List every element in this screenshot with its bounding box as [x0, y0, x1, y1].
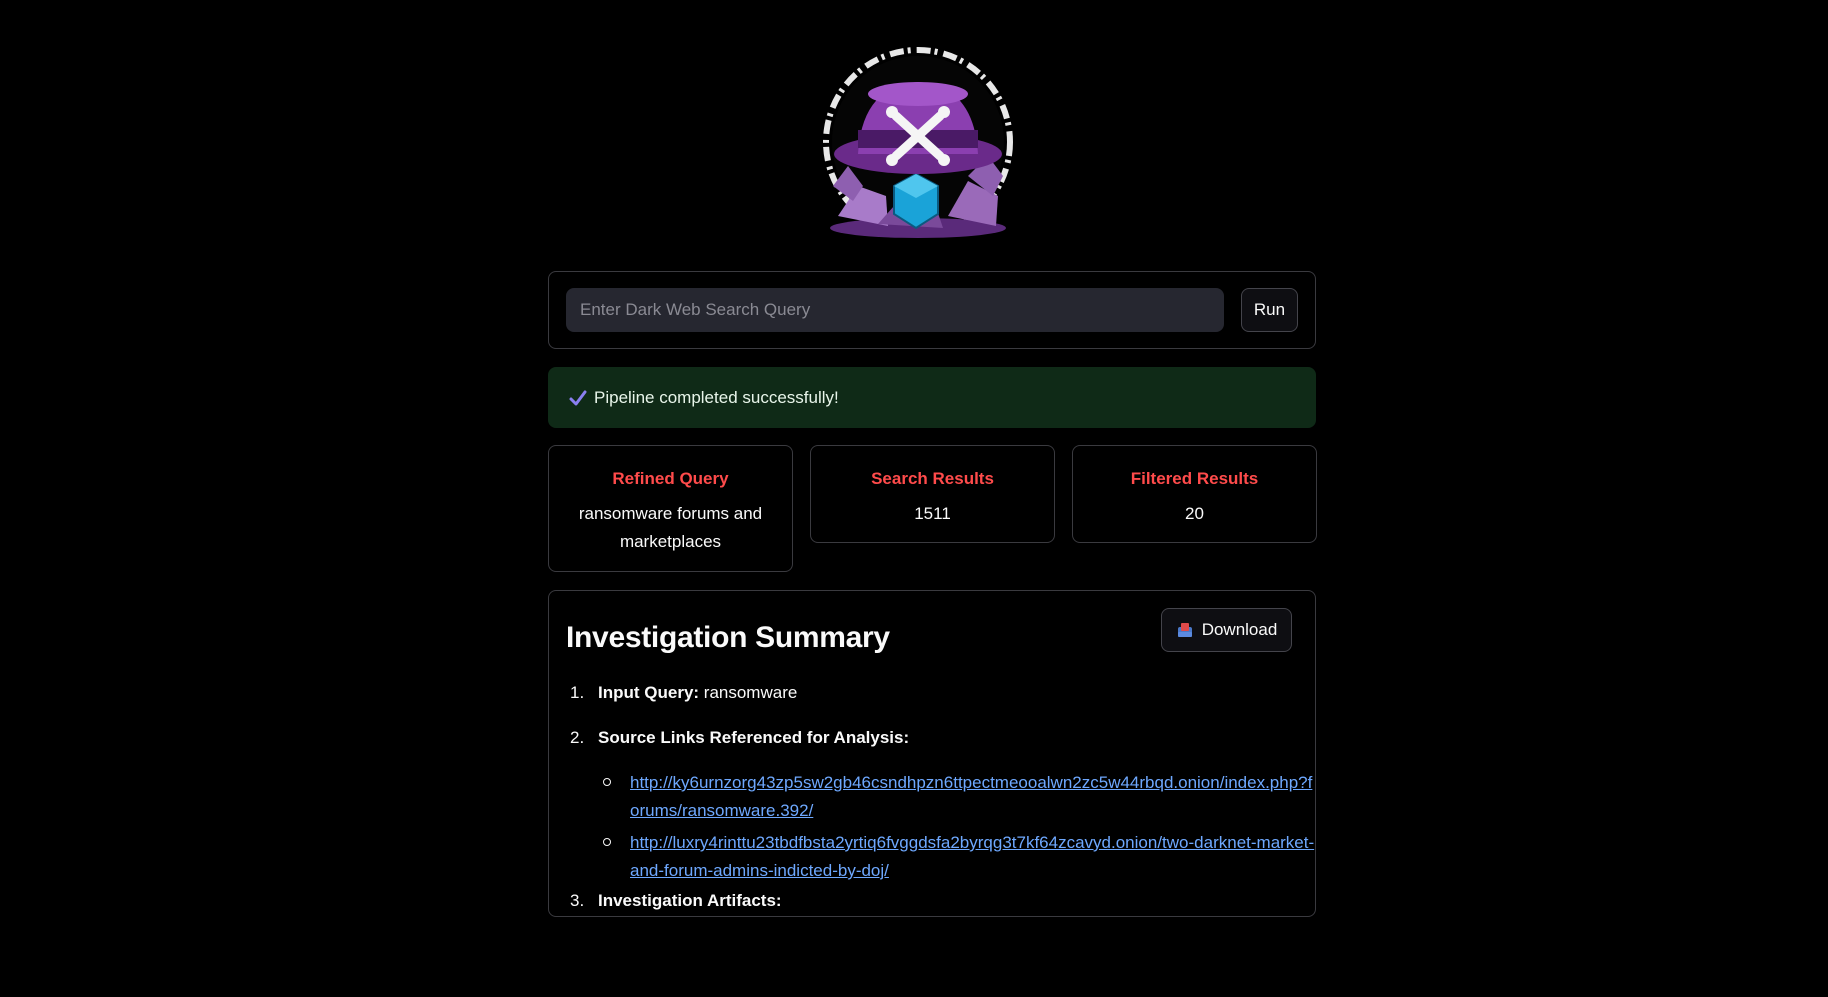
check-icon — [569, 390, 587, 405]
source-link[interactable]: http://luxry4rinttu23tbdfbsta2yrtiq6fvgg… — [630, 829, 1315, 885]
metric-value: 1511 — [914, 504, 951, 523]
summary-title: Investigation Summary — [566, 621, 890, 654]
logo-image — [823, 47, 1013, 238]
download-label: Download — [1201, 620, 1278, 639]
app-logo — [818, 46, 1018, 240]
metric-search-results: Search Results 1511 — [810, 445, 1055, 543]
status-message: Pipeline completed successfully! — [594, 387, 839, 407]
inbox-tray-icon — [1177, 623, 1192, 637]
query-form: Run — [548, 271, 1316, 349]
item-number: 1. — [570, 683, 585, 702]
metric-label: Refined Query — [612, 469, 729, 488]
metric-value: 20 — [1185, 504, 1204, 523]
metric-filtered-results: Filtered Results 20 — [1072, 445, 1317, 543]
metric-label: Filtered Results — [1130, 469, 1259, 488]
item-body: Input Query: ransomware — [598, 683, 797, 703]
metric-label: Search Results — [871, 469, 994, 488]
item-number: 3. — [570, 891, 585, 910]
item-label: Input Query: — [598, 683, 700, 702]
bullet-icon — [603, 778, 611, 786]
item-label: Source Links Referenced for Analysis: — [598, 728, 910, 747]
status-banner: Pipeline completed successfully! — [548, 367, 1316, 428]
item-label: Investigation Artifacts: — [598, 891, 782, 910]
search-query-input[interactable] — [566, 288, 1224, 332]
metric-value: ransomware forums and marketplaces — [578, 504, 763, 551]
metric-refined-query: Refined Query ransomware forums and mark… — [548, 445, 793, 572]
investigation-summary-card: Investigation Summary Download 1. Input … — [548, 590, 1316, 917]
bullet-icon — [603, 838, 611, 846]
source-link[interactable]: http://ky6urnzorg43zp5sw2gb46csndhpzn6tt… — [630, 769, 1315, 825]
download-button[interactable]: Download — [1161, 608, 1292, 652]
item-value: ransomware — [699, 683, 798, 702]
run-button[interactable]: Run — [1241, 288, 1298, 332]
item-number: 2. — [570, 728, 585, 747]
